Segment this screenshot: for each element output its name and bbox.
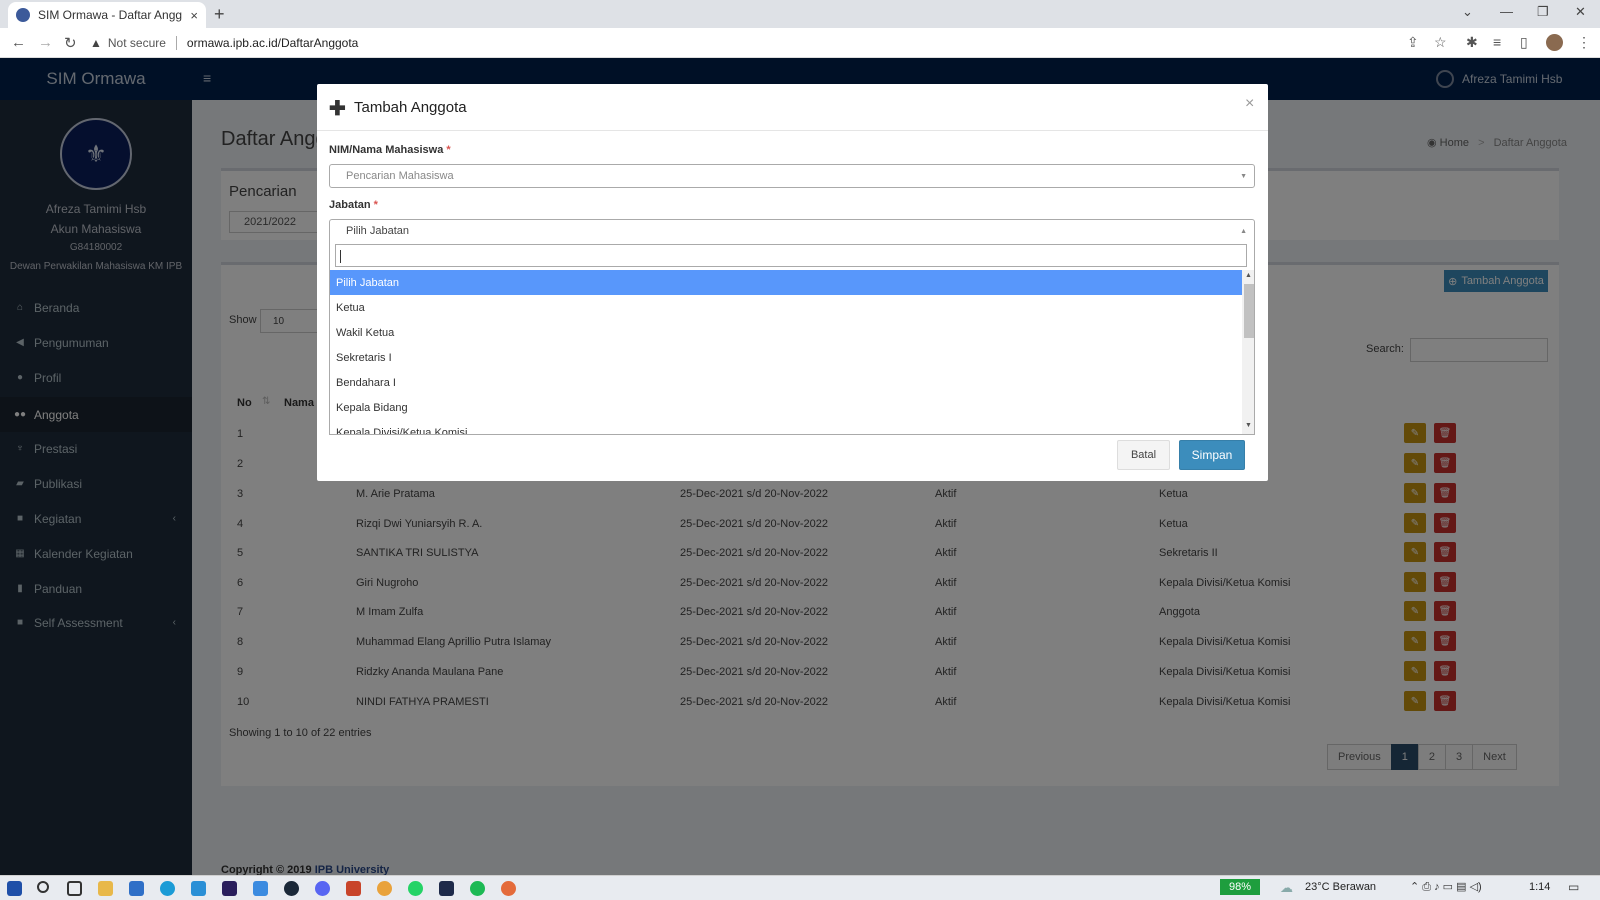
not-secure-label: Not secure	[107, 36, 166, 50]
steam-icon[interactable]	[284, 881, 299, 896]
option-kepala-bidang[interactable]: Kepala Bidang	[330, 395, 1242, 420]
modal-title: Tambah Anggota	[354, 99, 467, 116]
jabatan-options-list: Pilih Jabatan Ketua Wakil Ketua Sekretar…	[330, 270, 1242, 434]
jabatan-label-text: Jabatan	[329, 199, 371, 211]
scroll-down-icon[interactable]: ▼	[1245, 422, 1252, 429]
battery-indicator[interactable]: 98%	[1220, 879, 1260, 895]
whatsapp-icon[interactable]	[408, 881, 423, 896]
edge-icon[interactable]	[160, 881, 175, 896]
text-caret	[340, 250, 341, 263]
share-icon[interactable]: ⇪	[1407, 34, 1419, 51]
forward-icon[interactable]: →	[38, 34, 53, 51]
save-button[interactable]: Simpan	[1179, 440, 1245, 470]
nim-label-text: NIM/Nama Mahasiswa	[329, 144, 444, 156]
profile-avatar[interactable]	[1546, 34, 1563, 51]
search-icon[interactable]	[37, 881, 49, 893]
add-member-modal: ✚ Tambah Anggota × NIM/Nama Mahasiswa * …	[317, 84, 1268, 481]
address-bar[interactable]: ▲ Not secure ormawa.ipb.ac.id/DaftarAngg…	[90, 32, 1530, 54]
option-sekretaris-i[interactable]: Sekretaris I	[330, 345, 1242, 370]
media-icon[interactable]: ≡	[1493, 34, 1501, 50]
spotify-icon[interactable]	[470, 881, 485, 896]
student-search-select[interactable]: Pencarian Mahasiswa ▼	[329, 164, 1255, 188]
dropdown-arrow-icon: ▼	[1240, 173, 1247, 180]
chrome-icon[interactable]	[377, 881, 392, 896]
mail-icon[interactable]	[129, 881, 144, 896]
cloud-icon: ☁	[1280, 880, 1293, 895]
window-close-icon[interactable]: ✕	[1575, 4, 1586, 20]
cancel-button[interactable]: Batal	[1117, 440, 1170, 470]
app-l-icon[interactable]	[191, 881, 206, 896]
minimize-icon[interactable]: —	[1500, 4, 1513, 19]
vscode-icon[interactable]	[439, 881, 454, 896]
discord-icon[interactable]	[315, 881, 330, 896]
back-icon[interactable]: ←	[11, 34, 26, 51]
extensions-icon[interactable]: ✱	[1466, 34, 1478, 51]
tab-search-icon[interactable]: ⌄	[1462, 4, 1473, 20]
omnibox-divider	[175, 36, 177, 50]
url-text: ormawa.ipb.ac.id/DaftarAnggota	[186, 36, 359, 50]
chrome-active-icon[interactable]	[501, 881, 516, 896]
plus-icon: ✚	[329, 98, 346, 120]
option-bendahara-i[interactable]: Bendahara I	[330, 370, 1242, 395]
tray-icons[interactable]: ⌃ ⎙ ♪ ▭ ▤ ◁)	[1410, 880, 1482, 894]
zoom-icon[interactable]	[253, 881, 268, 896]
option-wakil-ketua[interactable]: Wakil Ketua	[330, 320, 1242, 345]
clock[interactable]: 1:14	[1529, 881, 1550, 893]
new-tab-button[interactable]: +	[214, 4, 225, 25]
option-ketua[interactable]: Ketua	[330, 295, 1242, 320]
dropdown-search-input[interactable]	[335, 244, 1247, 267]
scrollbar-thumb[interactable]	[1244, 284, 1254, 338]
windows-start-icon[interactable]	[7, 881, 22, 896]
bookmark-star-icon[interactable]: ☆	[1434, 34, 1447, 51]
file-explorer-icon[interactable]	[98, 881, 113, 896]
weather-widget[interactable]: 23°C Berawan	[1305, 881, 1376, 893]
site-favicon-icon	[16, 8, 30, 22]
dropdown-arrow-up-icon: ▲	[1240, 228, 1247, 235]
browser-menu-icon[interactable]: ⋮	[1577, 34, 1591, 51]
dropdown-scrollbar[interactable]: ▲ ▼	[1242, 270, 1254, 434]
reload-icon[interactable]: ↻	[64, 34, 77, 52]
scroll-up-icon[interactable]: ▲	[1245, 272, 1252, 279]
restore-icon[interactable]: ❐	[1537, 4, 1549, 20]
modal-close-icon[interactable]: ×	[1245, 95, 1254, 113]
notification-icon[interactable]: ▭	[1568, 880, 1579, 894]
tab-close-icon[interactable]: ×	[190, 8, 198, 23]
jabatan-selected-value: Pilih Jabatan	[346, 225, 409, 237]
jabatan-label: Jabatan *	[329, 199, 378, 211]
required-mark: *	[446, 144, 451, 156]
task-view-icon[interactable]	[67, 881, 82, 896]
premiere-icon[interactable]	[222, 881, 237, 896]
browser-tab[interactable]: SIM Ormawa - Daftar Anggota ×	[8, 2, 206, 28]
option-kepala-divisi[interactable]: Kepala Divisi/Ketua Komisi	[330, 420, 1242, 435]
nim-label: NIM/Nama Mahasiswa *	[329, 144, 451, 156]
browser-tab-strip	[0, 0, 1600, 28]
powerpoint-icon[interactable]	[346, 881, 361, 896]
tab-title: SIM Ormawa - Daftar Anggota	[38, 8, 183, 22]
warning-icon: ▲	[90, 36, 102, 50]
option-pilih-jabatan[interactable]: Pilih Jabatan	[330, 270, 1242, 295]
side-panel-icon[interactable]: ▯	[1520, 34, 1528, 51]
required-mark: *	[373, 199, 378, 211]
student-search-placeholder: Pencarian Mahasiswa	[346, 170, 454, 182]
jabatan-dropdown: Pilih Jabatan Ketua Wakil Ketua Sekretar…	[329, 240, 1255, 435]
